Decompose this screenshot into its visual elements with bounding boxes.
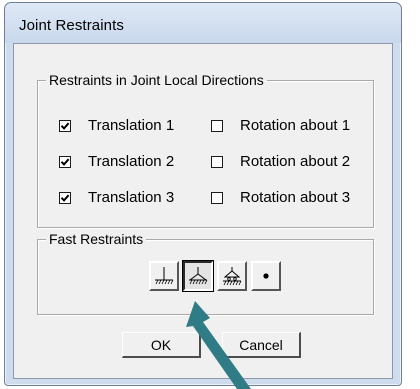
rotation-3-checkbox-row[interactable]: Rotation about 3 [211, 189, 350, 206]
title-bar[interactable]: Joint Restraints [5, 3, 401, 43]
fixed-support-icon [155, 267, 174, 285]
translation-2-label: Translation 2 [88, 153, 175, 170]
cancel-button[interactable]: Cancel [222, 332, 301, 358]
rotation-2-label: Rotation about 2 [240, 153, 351, 170]
rotation-3-label: Rotation about 3 [240, 189, 351, 206]
rotation-2-checkbox[interactable] [211, 155, 223, 168]
fixed-support-button[interactable] [149, 261, 179, 291]
ok-button[interactable]: OK [122, 332, 201, 358]
restraints-group-legend: Restraints in Joint Local Directions [46, 72, 267, 88]
free-joint-button[interactable] [251, 261, 281, 291]
checkmark-icon [60, 122, 70, 130]
translation-3-checkbox[interactable] [59, 191, 71, 204]
translation-1-label: Translation 1 [88, 117, 175, 134]
fast-restraints-group: Fast Restraints [37, 231, 374, 315]
roller-support-icon [223, 267, 242, 286]
checkmark-icon [60, 158, 70, 166]
translation-3-label: Translation 3 [88, 189, 175, 206]
free-joint-icon [263, 273, 269, 279]
pinned-support-icon [189, 267, 208, 285]
rotation-1-checkbox-row[interactable]: Rotation about 1 [211, 117, 350, 134]
dialog-client-area: Restraints in Joint Local Directions Tra… [13, 43, 393, 379]
translation-2-checkbox[interactable] [59, 155, 71, 168]
rotation-1-checkbox[interactable] [211, 119, 223, 132]
dialog-window: Joint Restraints Restraints in Joint Loc… [4, 2, 402, 386]
window-title: Joint Restraints [19, 17, 124, 34]
checkmark-icon [60, 194, 70, 202]
pinned-support-button[interactable] [182, 260, 214, 292]
rotation-3-checkbox[interactable] [211, 191, 223, 204]
fast-restraints-group-legend: Fast Restraints [46, 231, 147, 247]
roller-support-button[interactable] [217, 261, 247, 291]
translation-3-checkbox-row[interactable]: Translation 3 [59, 189, 174, 206]
translation-1-checkbox[interactable] [59, 119, 71, 132]
rotation-1-label: Rotation about 1 [240, 117, 351, 134]
translation-2-checkbox-row[interactable]: Translation 2 [59, 153, 174, 170]
rotation-2-checkbox-row[interactable]: Rotation about 2 [211, 153, 350, 170]
translation-1-checkbox-row[interactable]: Translation 1 [59, 117, 174, 134]
restraints-group: Restraints in Joint Local Directions Tra… [37, 72, 374, 228]
